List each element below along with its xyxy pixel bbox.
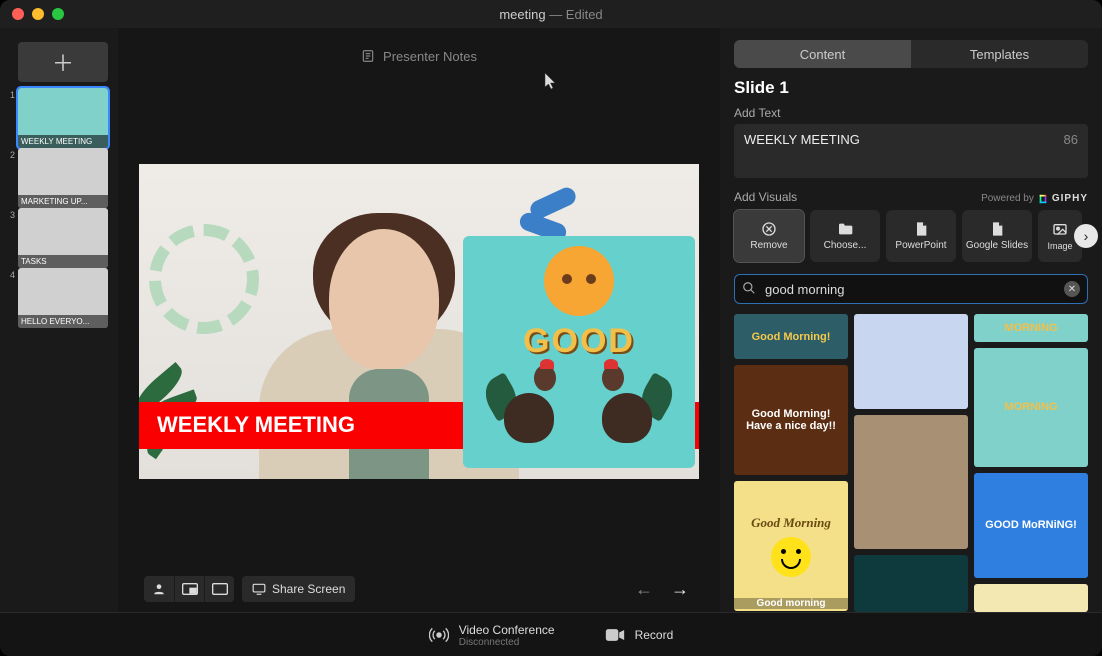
stage-area: Presenter Notes WEEKLY MEETING <box>118 28 720 612</box>
notes-icon <box>361 49 375 63</box>
file-icon <box>989 221 1005 237</box>
gif-result[interactable] <box>974 584 1088 612</box>
slide-thumbnail-label: TASKS <box>18 255 108 268</box>
thumb-index: 2 <box>10 148 16 160</box>
choose-file-button[interactable]: Choose... <box>810 210 880 262</box>
file-icon <box>913 221 929 237</box>
gif-result[interactable]: GOOD MoRNiNG! <box>974 473 1088 578</box>
video-conference-label: Video Conference <box>459 623 555 637</box>
record-button[interactable]: Record <box>605 628 674 642</box>
next-slide-button[interactable]: → <box>666 576 694 602</box>
slide-thumbnail[interactable]: HELLO EVERYO... <box>18 268 108 328</box>
google-slides-button[interactable]: Google Slides <box>962 210 1032 262</box>
camera-toggle-button[interactable] <box>144 576 174 602</box>
document-title: meeting <box>499 7 545 22</box>
presenter-notes-label: Presenter Notes <box>383 49 477 64</box>
remove-icon <box>761 221 777 237</box>
add-slide-button[interactable]: ＋ <box>18 42 108 82</box>
thumb-index: 4 <box>10 268 16 280</box>
slide-thumbnail-label: WEEKLY MEETING <box>18 135 108 148</box>
inspector-panel: Content Templates Slide 1 Add Text WEEKL… <box>720 28 1102 612</box>
slide-text-input[interactable]: WEEKLY MEETING 86 <box>734 124 1088 178</box>
slide-thumbnail[interactable]: TASKS <box>18 208 108 268</box>
document-edited-indicator: — Edited <box>546 7 603 22</box>
broadcast-icon <box>429 625 449 645</box>
layout-full-button[interactable] <box>204 576 234 602</box>
presenter-notes-button[interactable]: Presenter Notes <box>118 38 720 74</box>
tab-content[interactable]: Content <box>734 40 911 68</box>
share-screen-icon <box>252 583 266 595</box>
slide-gif-overlay[interactable]: GOOD <box>463 236 695 468</box>
slide-banner-text: WEEKLY MEETING <box>157 412 355 438</box>
record-label: Record <box>635 628 674 642</box>
thumb-index: 3 <box>10 208 16 220</box>
tab-templates[interactable]: Templates <box>911 40 1088 68</box>
rooster-icon <box>594 365 662 447</box>
add-text-label: Add Text <box>734 106 1088 120</box>
camera-icon <box>605 628 625 642</box>
slide-thumbnail[interactable]: MARKETING UP... <box>18 148 108 208</box>
share-screen-label: Share Screen <box>272 582 345 596</box>
slide-text-charcount: 86 <box>1064 132 1078 147</box>
sun-icon <box>544 246 614 316</box>
slide-thumbnail[interactable]: WEEKLY MEETING <box>18 88 108 148</box>
slide-thumbnail-label: MARKETING UP... <box>18 195 108 208</box>
share-screen-button[interactable]: Share Screen <box>242 576 355 602</box>
gif-result[interactable] <box>854 415 968 548</box>
video-conference-status: Disconnected <box>459 637 555 648</box>
inspector-slide-title: Slide 1 <box>734 78 1088 98</box>
gif-result[interactable]: MORNING <box>974 348 1088 467</box>
window-zoom-button[interactable] <box>52 8 64 20</box>
clear-search-button[interactable]: ✕ <box>1064 281 1080 297</box>
giphy-icon <box>1038 194 1048 204</box>
image-icon <box>1052 222 1068 238</box>
prev-slide-button[interactable]: ← <box>630 576 658 602</box>
powered-by-giphy: Powered by GIPHY <box>981 193 1088 204</box>
powerpoint-button[interactable]: PowerPoint <box>886 210 956 262</box>
gif-results-grid: Good Morning! Good Morning! Have a nice d… <box>734 314 1088 612</box>
video-conference-button[interactable]: Video Conference Disconnected <box>429 622 555 648</box>
window-close-button[interactable] <box>12 8 24 20</box>
remove-visual-button[interactable]: Remove <box>734 210 804 262</box>
gif-search-input[interactable] <box>734 274 1088 304</box>
more-sources-button[interactable]: › <box>1074 224 1098 248</box>
rooster-icon <box>496 365 564 447</box>
search-icon <box>742 281 756 295</box>
slide-thumbnails: ＋ 1 WEEKLY MEETING2 MARKETING UP...3 TASKS4… <box>0 28 118 612</box>
gif-result[interactable]: Good MorningGood morning <box>734 481 848 611</box>
gif-result[interactable]: Good Morning! Have a nice day!! <box>734 365 848 475</box>
layout-pip-button[interactable] <box>174 576 204 602</box>
gif-result[interactable]: Good Morning! <box>734 314 848 359</box>
folder-icon <box>837 221 853 237</box>
add-visuals-label: Add Visuals <box>734 190 797 204</box>
slide-thumbnail-label: HELLO EVERYO... <box>18 315 108 328</box>
gif-result[interactable] <box>854 314 968 409</box>
thumb-index: 1 <box>10 88 16 100</box>
slide-canvas[interactable]: WEEKLY MEETING GOOD <box>139 164 699 479</box>
slide-text-value: WEEKLY MEETING <box>744 132 860 147</box>
titlebar: meeting — Edited <box>0 0 1102 28</box>
gif-result[interactable] <box>854 555 968 612</box>
gif-result[interactable]: MORNING <box>974 314 1088 342</box>
window-minimize-button[interactable] <box>32 8 44 20</box>
gif-overlay-text: GOOD <box>523 322 635 361</box>
